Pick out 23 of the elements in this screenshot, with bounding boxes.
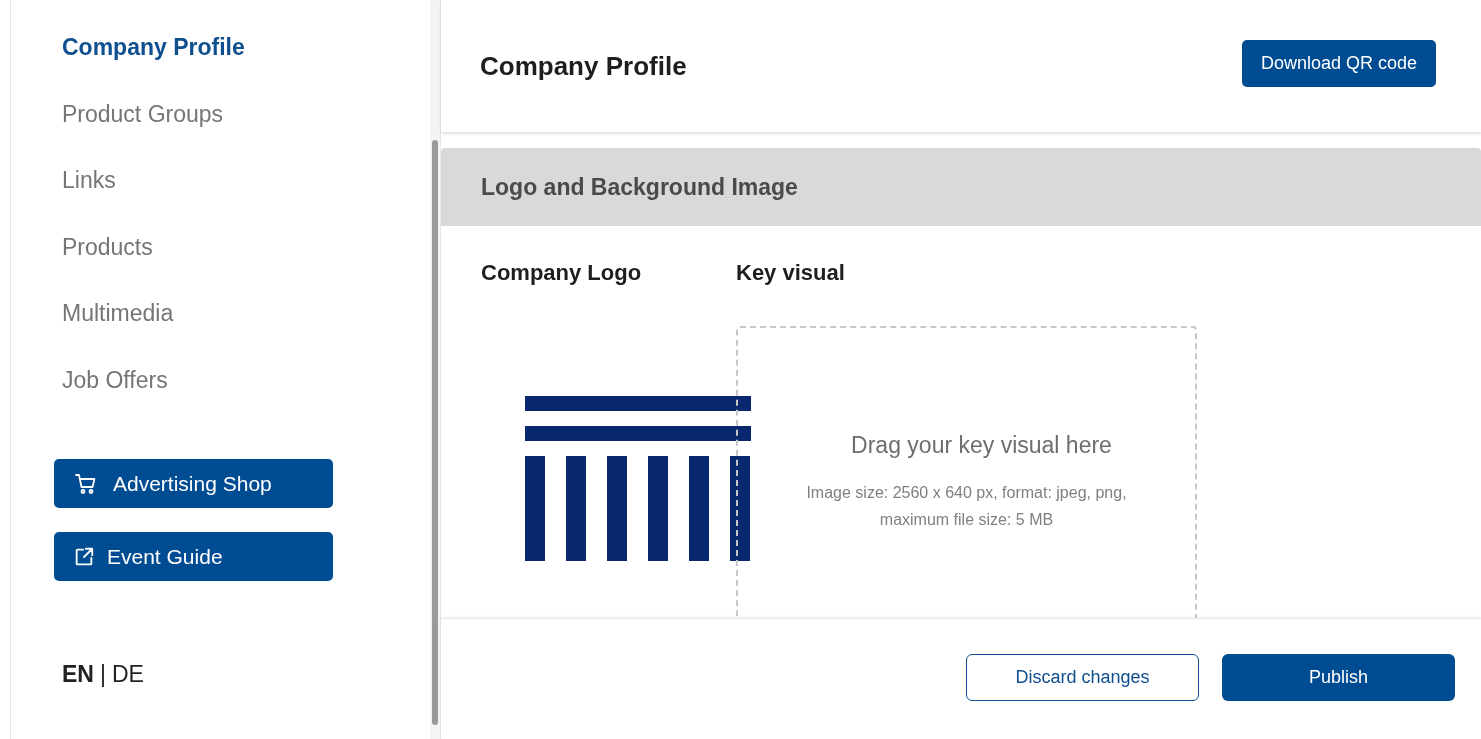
key-visual-dropzone[interactable]: Drag your key visual here Image size: 2560 x 640 px, format: jpeg, png, maximum file size: 5 MB — [736, 326, 1197, 618]
sidebar-item[interactable]: Job Offers — [62, 360, 430, 427]
sidebar-item[interactable]: Products — [62, 227, 430, 294]
language-separator: | — [99, 660, 106, 689]
discard-button[interactable]: Discard changes — [966, 653, 1199, 701]
language-link[interactable]: EN — [62, 657, 94, 692]
dropzone-title: Drag your key visual here — [850, 431, 1112, 460]
sidebar-button[interactable]: Advertising Shop — [54, 459, 333, 508]
download-qr-button[interactable]: Download QR code — [1241, 39, 1436, 87]
external-link-icon — [73, 545, 95, 568]
sidebar-item[interactable]: Links — [62, 161, 430, 228]
sidebar-button[interactable]: Event Guide — [54, 532, 333, 581]
page-title: Company Profile — [480, 49, 687, 83]
sidebar-item[interactable]: Company Profile — [62, 28, 430, 95]
dropzone-hint: Image size: 2560 x 640 px, format: jpeg, png, maximum file size: 5 MB — [805, 482, 1128, 530]
language-link[interactable]: DE — [111, 657, 144, 692]
sidebar-item[interactable]: Multimedia — [62, 294, 430, 361]
scrollbar-thumb[interactable] — [432, 140, 438, 725]
section-title: Logo and Background Image — [481, 172, 798, 202]
sidebar-item[interactable]: Product Groups — [62, 94, 430, 161]
field-label: Company Logo — [481, 259, 643, 287]
publish-button[interactable]: Publish — [1222, 653, 1455, 701]
field-label: Key visual — [736, 259, 845, 287]
